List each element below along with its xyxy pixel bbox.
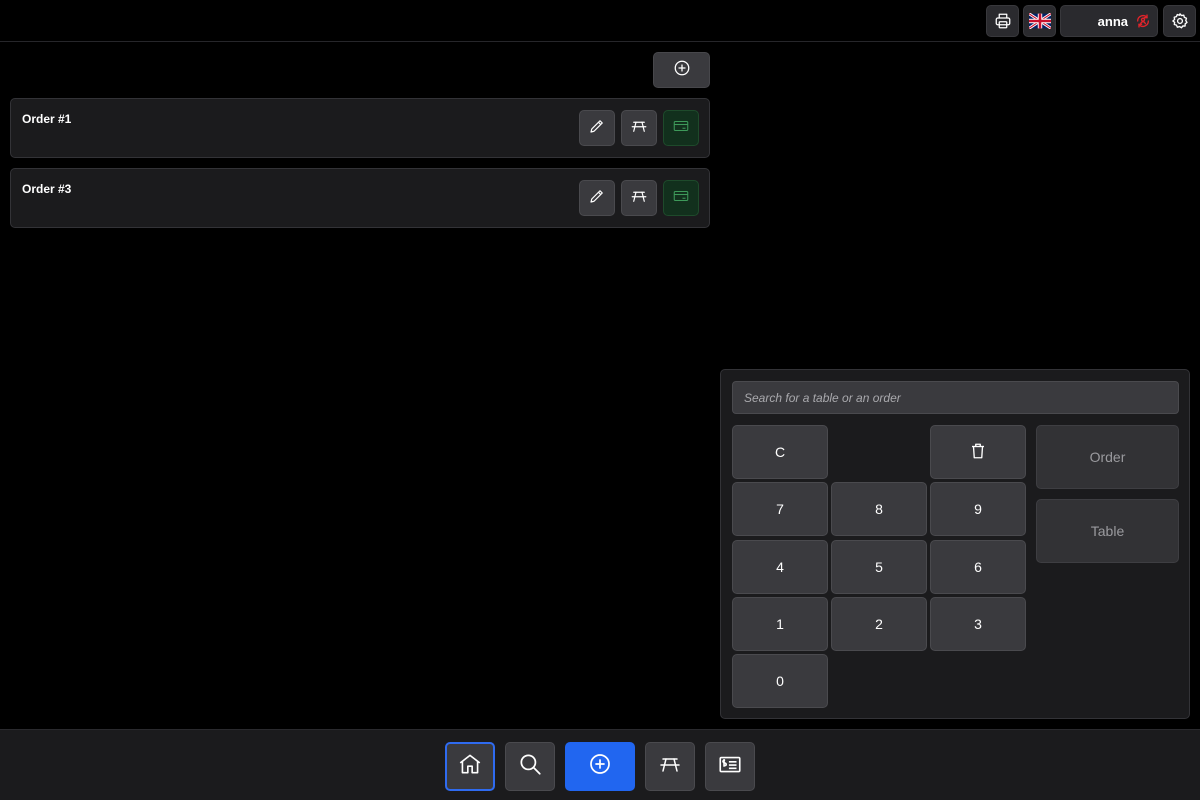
pencil-icon [588,187,606,210]
assign-table-button[interactable] [621,110,657,146]
key-3[interactable]: 3 [930,597,1026,651]
key-6[interactable]: 6 [930,540,1026,594]
add-icon [588,752,612,781]
search-input[interactable] [732,381,1179,414]
nav-tables[interactable] [645,742,695,791]
user-sync-icon [1135,13,1151,29]
settings-icon [1171,12,1189,30]
receipt-icon [717,751,743,782]
nav-home[interactable] [445,742,495,791]
table-icon [629,117,649,140]
pencil-icon [588,117,606,140]
table-icon [656,752,684,781]
order-card[interactable]: Order #3 [10,168,710,228]
key-8[interactable]: 8 [831,482,927,536]
key-1[interactable]: 1 [732,597,828,651]
language-button[interactable] [1023,5,1056,37]
uk-flag-icon [1028,13,1051,29]
order-title: Order #3 [22,182,72,196]
key-5[interactable]: 5 [831,540,927,594]
pay-order-button[interactable] [663,180,699,216]
key-0[interactable]: 0 [732,654,828,708]
nav-receipts[interactable] [705,742,755,791]
print-button[interactable] [986,5,1019,37]
key-9[interactable]: 9 [930,482,1026,536]
credit-card-icon [671,117,691,140]
order-card[interactable]: Order #1 [10,98,710,158]
plus-circle-icon [673,59,691,82]
home-icon [457,751,483,782]
key-7[interactable]: 7 [732,482,828,536]
trash-icon [969,442,987,463]
key-2[interactable]: 2 [831,597,927,651]
table-icon [629,187,649,210]
key-4[interactable]: 4 [732,540,828,594]
nav-search[interactable] [505,742,555,791]
key-clear[interactable]: C [732,425,828,479]
top-bar: anna [0,0,1200,42]
edit-order-button[interactable] [579,180,615,216]
settings-button[interactable] [1163,5,1196,37]
table-button[interactable]: Table [1036,499,1179,563]
key-delete[interactable] [930,425,1026,479]
user-button[interactable]: anna [1060,5,1158,37]
assign-table-button[interactable] [621,180,657,216]
edit-order-button[interactable] [579,110,615,146]
add-order-button[interactable] [653,52,710,88]
bottom-nav [0,729,1200,800]
print-icon [994,12,1012,30]
order-button[interactable]: Order [1036,425,1179,489]
user-name: anna [1097,13,1128,29]
credit-card-icon [671,187,691,210]
search-icon [517,751,543,782]
order-title: Order #1 [22,112,72,126]
nav-new-order[interactable] [565,742,635,791]
pay-order-button[interactable] [663,110,699,146]
keypad-panel: C 7 8 9 4 5 6 1 2 3 0 Order Table [720,369,1190,719]
